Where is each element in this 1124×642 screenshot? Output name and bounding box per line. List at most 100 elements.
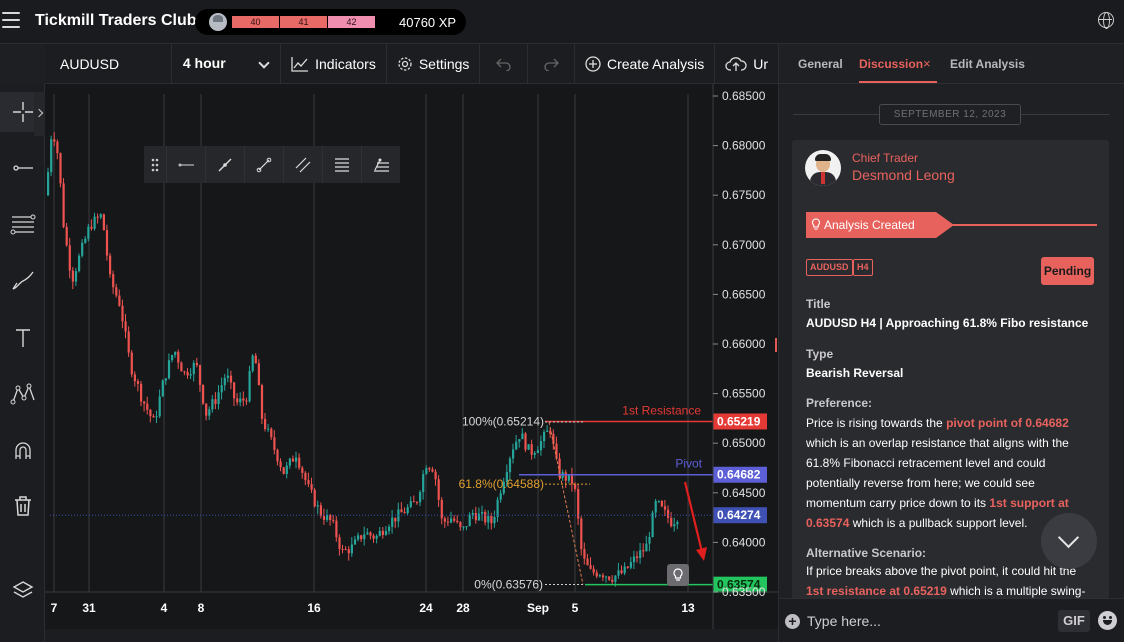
date-tick-label: 31 <box>82 601 96 615</box>
type-value: Bearish Reversal <box>806 366 904 380</box>
horizontal-ray-tool[interactable] <box>166 146 205 183</box>
delete-tool[interactable] <box>0 486 45 526</box>
candle-body <box>347 549 350 554</box>
candle-body <box>456 520 459 523</box>
parallel-channel-tool[interactable] <box>283 146 322 183</box>
drag-grip-icon[interactable] <box>144 146 166 183</box>
candle-body <box>546 430 549 432</box>
candle-body <box>564 472 567 481</box>
candle-body <box>468 514 471 527</box>
candle-body <box>366 532 369 535</box>
candle-body <box>205 403 208 416</box>
candle-body <box>357 535 360 540</box>
candle-body <box>149 409 152 417</box>
candle-body <box>487 515 490 523</box>
candle-body <box>307 480 310 485</box>
candle-body <box>676 521 679 525</box>
candle-body <box>102 214 105 231</box>
candle-body <box>663 506 667 510</box>
timeframe-dropdown[interactable]: 4 hour <box>172 43 282 84</box>
tab-discussion[interactable]: Discussion <box>859 57 923 71</box>
segment-tool[interactable] <box>244 146 283 183</box>
candle-body <box>338 537 341 550</box>
symbol-selector[interactable]: AUDUSD <box>45 43 172 84</box>
settings-label: Settings <box>418 55 470 72</box>
candle-body <box>254 355 257 364</box>
candle-body <box>245 400 248 402</box>
price-tick-label: 0.68500 <box>722 89 766 103</box>
brand-title: Tickmill Traders Club <box>35 12 197 29</box>
candle-body <box>341 549 344 551</box>
candle-body <box>161 380 164 397</box>
candle-body <box>381 530 384 535</box>
candle-body <box>189 374 192 376</box>
emoji-icon[interactable] <box>1098 611 1117 630</box>
line-tool[interactable] <box>0 148 45 188</box>
message-input[interactable] <box>807 608 1047 634</box>
create-analysis-button[interactable]: Create Analysis <box>575 43 716 84</box>
candle-body <box>406 507 409 514</box>
upload-button[interactable]: Ur <box>715 44 778 84</box>
title-label: Title <box>806 297 831 311</box>
candle-body <box>543 431 546 442</box>
gif-button[interactable]: GIF <box>1058 610 1090 632</box>
layers-tool[interactable] <box>0 571 45 611</box>
analysis-bulb-marker[interactable] <box>667 564 689 586</box>
text-tool[interactable] <box>0 318 45 358</box>
pivot-price-tag: 0.64682 <box>717 468 761 482</box>
pattern-tool[interactable] <box>0 374 45 414</box>
candle-body <box>422 474 425 493</box>
current-price-tag: 0.64274 <box>717 508 761 522</box>
price-tick-label: 0.67000 <box>722 238 766 252</box>
fib-extension-tool[interactable] <box>361 146 400 183</box>
candle-body <box>651 512 654 537</box>
candle-body <box>350 544 353 554</box>
add-attachment-icon[interactable]: + <box>785 614 800 629</box>
author-name[interactable]: Desmond Leong <box>852 167 955 183</box>
trend-line-tool[interactable] <box>205 146 244 183</box>
trash-icon <box>14 496 31 516</box>
fib-levels-tool[interactable] <box>322 146 361 183</box>
candle-body <box>518 439 521 442</box>
xp-progress[interactable]: 40 41 42 40760 XP <box>195 9 466 35</box>
magnet-tool[interactable] <box>0 431 45 471</box>
tab-general[interactable]: General <box>798 57 843 71</box>
candle-body <box>499 493 502 500</box>
price-tick-label: 0.64000 <box>722 535 766 549</box>
text-icon <box>15 329 30 347</box>
price-tick-label: 0.68000 <box>722 139 766 153</box>
candle-body <box>211 399 214 410</box>
brush-tool[interactable] <box>0 261 45 301</box>
undo-button[interactable] <box>480 43 528 84</box>
fib-0-label: 0%(0.63576) <box>474 577 543 591</box>
top-bar: Tickmill Traders Club 40 41 42 40760 XP <box>0 0 1124 44</box>
candle-body <box>388 526 391 532</box>
price-tick-label: 0.67500 <box>722 188 766 202</box>
lightbulb-icon <box>811 218 821 230</box>
drawing-tools-rail <box>0 84 45 642</box>
date-divider <box>793 114 879 115</box>
candle-body <box>65 226 68 246</box>
globe-icon[interactable] <box>1098 12 1114 29</box>
expand-tools-arrow[interactable] <box>34 92 45 136</box>
candle-body <box>93 216 96 229</box>
fib-tool[interactable] <box>0 204 45 244</box>
pref-text: Price is rising towards the <box>806 416 947 430</box>
tab-edit-analysis[interactable]: Edit Analysis <box>950 57 1025 71</box>
candle-body <box>378 530 381 536</box>
redo-button[interactable] <box>528 43 575 84</box>
candle-body <box>192 362 195 375</box>
candle-body <box>84 238 87 243</box>
candle-body <box>512 449 515 459</box>
settings-button[interactable]: Settings <box>387 43 481 84</box>
candle-body <box>223 377 226 386</box>
candle-body <box>146 403 149 410</box>
chevron-down-icon <box>258 56 270 69</box>
indicators-button[interactable]: Indicators <box>281 43 387 84</box>
panel-tabs: General Discussion × Edit Analysis <box>779 44 1124 84</box>
menu-icon[interactable] <box>2 12 20 28</box>
candle-body <box>589 565 592 569</box>
candle-body <box>623 566 626 574</box>
close-icon[interactable]: × <box>923 56 931 71</box>
scroll-down-button[interactable] <box>1041 513 1097 569</box>
